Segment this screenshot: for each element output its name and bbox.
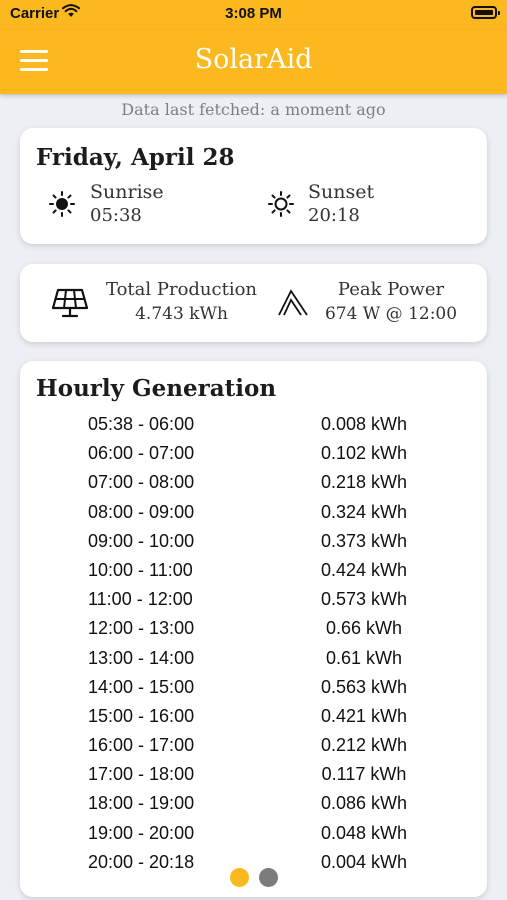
hourly-range: 12:00 - 13:00 <box>88 618 195 639</box>
hourly-range: 18:00 - 19:00 <box>88 793 195 814</box>
hourly-value: 0.008 kWh <box>320 414 408 434</box>
hourly-value: 0.218 kWh <box>320 472 408 493</box>
total-production-value: 4.743 kWh <box>135 304 228 324</box>
sunrise-label: Sunrise <box>90 181 164 203</box>
hourly-range: 08:00 - 09:00 <box>88 501 195 522</box>
hourly-range: 06:00 - 07:00 <box>88 443 195 464</box>
hourly-value: 0.117 kWh <box>321 764 407 785</box>
hourly-title: Hourly Generation <box>36 375 277 402</box>
hourly-range: 15:00 - 16:00 <box>88 705 195 726</box>
status-bar: Carrier 3:08 PM <box>0 0 507 30</box>
hourly-value: 0.212 kWh <box>320 735 408 756</box>
page-indicator <box>0 868 507 891</box>
peak-power-label: Peak Power <box>337 279 445 300</box>
hourly-value: 0.563 kWh <box>320 676 408 697</box>
hourly-row: 05:38 - 06:00 0.008 kWh <box>20 411 487 440</box>
app-title: SolarAid <box>194 44 313 75</box>
sunset-time: 20:18 <box>308 205 360 226</box>
hourly-value: 0.66 kWh <box>325 618 403 639</box>
hourly-range: 10:00 - 11:00 <box>88 559 193 580</box>
hourly-value: 0.61 kWh <box>325 647 403 668</box>
hourly-row: 07:00 - 08:00 0.218 kWh <box>20 469 487 498</box>
hourly-list: 05:38 - 06:00 0.008 kWh 06:00 - 07:00 0.102… <box>20 411 487 878</box>
hourly-range: 14:00 - 15:00 <box>88 676 195 697</box>
hourly-row: 17:00 - 18:00 0.117 kWh <box>20 761 487 790</box>
last-fetched-text: Data last fetched: a moment ago <box>121 100 386 119</box>
hourly-row: 12:00 - 13:00 0.66 kWh <box>20 615 487 644</box>
hourly-row: 18:00 - 19:00 0.086 kWh <box>20 790 487 819</box>
hourly-range: 09:00 - 10:00 <box>88 530 195 551</box>
solar-panel-icon <box>51 288 89 318</box>
hourly-value: 0.421 kWh <box>320 705 408 726</box>
peak-icon <box>278 289 308 316</box>
hourly-range: 19:00 - 20:00 <box>88 822 195 843</box>
hourly-row: 10:00 - 11:00 0.424 kWh <box>20 557 487 586</box>
total-production-label: Total Production <box>105 279 258 300</box>
hourly-range: 13:00 - 14:00 <box>88 647 195 668</box>
app-bar: SolarAid <box>0 30 507 94</box>
battery-icon <box>471 6 500 19</box>
page-dot[interactable] <box>258 868 278 887</box>
hourly-range: 07:00 - 08:00 <box>88 472 195 493</box>
hourly-value: 0.102 kWh <box>320 443 408 464</box>
hourly-range: 11:00 - 12:00 <box>88 589 193 610</box>
sunset-label: Sunset <box>308 181 375 203</box>
stats-card: Total Production 4.743 kWh Peak Power 67… <box>20 264 487 342</box>
hourly-row: 06:00 - 07:00 0.102 kWh <box>20 440 487 469</box>
status-time: 3:08 PM <box>225 5 282 22</box>
hourly-row: 14:00 - 15:00 0.563 kWh <box>20 674 487 703</box>
hourly-row: 19:00 - 20:00 0.048 kWh <box>20 820 487 849</box>
page-dot[interactable] <box>229 868 249 887</box>
hourly-row: 16:00 - 17:00 0.212 kWh <box>20 732 487 761</box>
hourly-value: 0.373 kWh <box>320 530 408 551</box>
hourly-range: 16:00 - 17:00 <box>88 735 195 756</box>
sunrise-time: 05:38 <box>90 205 142 226</box>
hourly-value: 0.086 kWh <box>320 793 408 814</box>
hourly-value: 0.573 kWh <box>320 589 408 610</box>
hourly-range: 17:00 - 18:00 <box>88 764 195 785</box>
hourly-row: 08:00 - 09:00 0.324 kWh <box>20 499 487 528</box>
peak-power-value: 674 W @ 12:00 <box>324 304 458 324</box>
hourly-row: 09:00 - 10:00 0.373 kWh <box>20 528 487 557</box>
sunrise-icon <box>49 191 75 217</box>
hourly-range: 05:38 - 06:00 <box>88 414 195 434</box>
hourly-value: 0.324 kWh <box>320 501 408 522</box>
hourly-value: 0.048 kWh <box>320 822 408 843</box>
date-title: Friday, April 28 <box>36 144 235 171</box>
hourly-card[interactable]: Hourly Generation 05:38 - 06:00 0.008 kWh… <box>20 361 487 897</box>
day-card: Friday, April 28 Sunrise 05:38 Sunset 20… <box>20 128 487 244</box>
hourly-row: 15:00 - 16:00 0.421 kWh <box>20 703 487 732</box>
sunset-icon <box>268 191 294 217</box>
hourly-value: 0.424 kWh <box>320 559 408 580</box>
hourly-row: 13:00 - 14:00 0.61 kWh <box>20 645 487 674</box>
hourly-row: 11:00 - 12:00 0.573 kWh <box>20 586 487 615</box>
